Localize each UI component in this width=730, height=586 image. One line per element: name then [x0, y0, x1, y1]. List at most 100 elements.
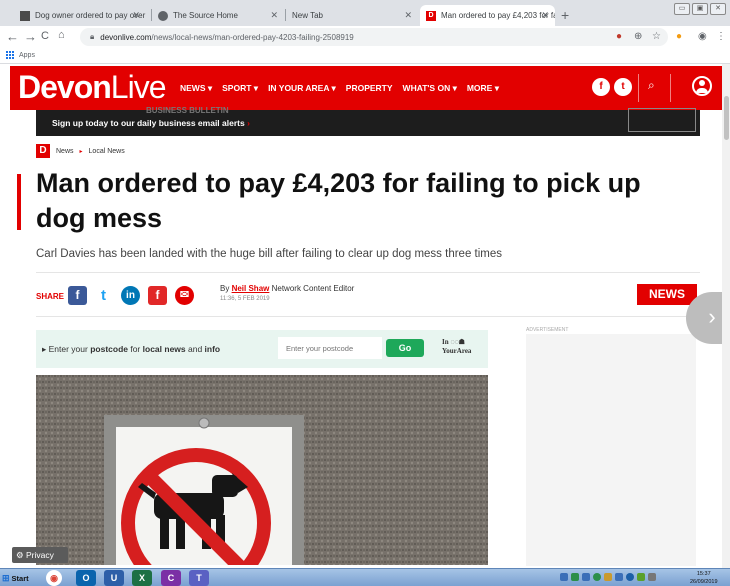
clock-time: 15:37 — [696, 571, 711, 577]
newsletter-partial-title: BUSINESS BULLETIN — [146, 106, 229, 115]
outlook-icon[interactable]: O — [76, 570, 96, 586]
advertisement-label: ADVERTISEMENT — [526, 327, 569, 333]
start-label: Start — [11, 573, 29, 583]
tab-title: Dog owner ordered to pay over — [35, 11, 146, 20]
article-headline: Man ordered to pay £4,203 for failing to… — [36, 168, 641, 233]
no-dog-fouling-sign-image — [36, 375, 488, 565]
divider — [36, 316, 700, 317]
tab-source-home[interactable]: The Source Home ✕ — [152, 5, 284, 26]
author-link[interactable]: Neil Shaw — [232, 284, 270, 293]
newsletter-signup-box[interactable] — [628, 108, 696, 132]
translate-icon[interactable]: ⊕ — [634, 31, 642, 42]
address-bar[interactable]: 🔒︎ devonlive.com/news/local-news/man-ord… — [80, 28, 668, 46]
user-account-icon[interactable] — [692, 76, 712, 96]
bookmarks-bar: Apps — [0, 48, 730, 64]
back-icon[interactable]: ← — [6, 29, 19, 44]
system-clock[interactable]: 15:37 26/09/2019 — [690, 570, 718, 586]
onenote-icon[interactable]: C — [161, 570, 181, 586]
tray-icon[interactable] — [604, 573, 612, 581]
postcode-widget: ▸ Enter your postcode for local news and… — [36, 330, 488, 368]
minimize-icon[interactable]: ▭ — [674, 3, 690, 15]
apps-bookmark[interactable]: Apps — [19, 52, 35, 59]
nav-in-your-area[interactable]: IN YOUR AREA ▾ — [268, 83, 336, 94]
chrome-icon[interactable]: ◉ — [46, 570, 62, 586]
close-icon[interactable]: ✕ — [541, 10, 549, 21]
forward-icon[interactable]: → — [24, 29, 37, 44]
uipath-icon[interactable]: U — [104, 570, 124, 586]
reload-icon[interactable]: C — [41, 30, 49, 42]
tab-title: The Source Home — [173, 11, 238, 20]
start-button[interactable]: ⊞ Start — [2, 571, 29, 585]
tray-icon[interactable] — [582, 573, 590, 581]
twitter-share-icon[interactable]: t — [94, 286, 113, 305]
close-icon[interactable]: ✕ — [270, 10, 278, 21]
postcode-go-button[interactable]: Go — [386, 339, 424, 357]
bookmark-star-icon[interactable]: ☆ — [652, 31, 661, 42]
nav-sport[interactable]: SPORT ▾ — [222, 83, 258, 94]
tray-icon[interactable] — [615, 573, 623, 581]
close-icon[interactable]: ✕ — [404, 10, 412, 21]
breadcrumb-news[interactable]: News — [56, 148, 74, 155]
browser-toolbar: ← → C ⌂ 🔒︎ devonlive.com/news/local-news… — [0, 26, 730, 48]
email-share-icon[interactable]: ✉ — [175, 286, 194, 305]
news-badge[interactable]: NEWS — [637, 284, 697, 305]
flipboard-share-icon[interactable]: f — [148, 286, 167, 305]
tray-icon[interactable] — [626, 573, 634, 581]
article-hero-image — [36, 375, 488, 565]
clock-date: 26/09/2019 — [690, 579, 718, 585]
windows-taskbar: ⊞ Start ◉ O U X C T 15:37 26/09/2019 — [0, 568, 730, 586]
search-icon[interactable]: ⌕ — [648, 78, 655, 93]
apps-grid-icon[interactable] — [6, 51, 15, 60]
window-controls: ▭ ▣ ✕ — [674, 3, 726, 15]
teams-icon[interactable]: T — [189, 570, 209, 586]
site-header: DevonLive NEWS ▾ SPORT ▾ IN YOUR AREA ▾ … — [10, 66, 725, 110]
nav-property[interactable]: PROPERTY — [346, 83, 393, 94]
facebook-icon[interactable]: f — [592, 78, 610, 96]
tray-icon[interactable] — [593, 573, 601, 581]
home-icon[interactable]: ⌂ — [58, 29, 65, 41]
profile-icon[interactable]: ◉ — [698, 31, 707, 42]
nav-whats-on[interactable]: WHAT'S ON ▾ — [403, 83, 457, 94]
tab-devonlive-active[interactable]: D Man ordered to pay £4,203 for fa ✕ — [420, 5, 555, 26]
lock-icon: 🔒︎ — [90, 32, 95, 41]
breadcrumb-arrow-icon: ▸ — [79, 148, 83, 155]
globe-icon — [158, 10, 168, 21]
facebook-share-icon[interactable]: f — [68, 286, 87, 305]
article-standfirst: Carl Davies has been landed with the hug… — [36, 248, 503, 260]
new-tab-button[interactable]: + — [561, 7, 569, 23]
share-label: SHARE — [36, 292, 65, 301]
excel-icon[interactable]: X — [132, 570, 152, 586]
twitter-icon[interactable]: t — [614, 78, 632, 96]
privacy-button[interactable]: ⚙ Privacy — [12, 547, 68, 563]
postcode-input[interactable] — [278, 337, 382, 359]
tab-new-tab[interactable]: New Tab ✕ — [286, 5, 418, 26]
close-window-icon[interactable]: ✕ — [710, 3, 726, 15]
breadcrumb-local-news[interactable]: Local News — [89, 148, 125, 155]
nav-news[interactable]: NEWS ▾ — [180, 83, 212, 94]
scrollbar-thumb[interactable] — [724, 96, 729, 140]
linkedin-share-icon[interactable]: in — [121, 286, 140, 305]
extension-icon[interactable]: ● — [616, 31, 622, 42]
browser-tab-strip: Dog owner ordered to pay over ✕ The Sour… — [0, 0, 730, 26]
newsletter-text: Sign up today to our daily business emai… — [52, 118, 250, 128]
tray-icon[interactable] — [560, 573, 568, 581]
author-role: Network Content Editor — [271, 284, 355, 293]
close-icon[interactable]: ✕ — [132, 10, 140, 21]
devonlive-small-logo[interactable]: D — [36, 144, 50, 158]
menu-kebab-icon[interactable]: ⋮ — [716, 31, 726, 42]
advertisement-slot[interactable] — [526, 334, 696, 566]
page-favicon-icon — [20, 10, 30, 21]
tab-title: New Tab — [292, 11, 323, 20]
arrow-right-icon: › — [247, 118, 250, 128]
byline: By Neil Shaw Network Content Editor — [220, 284, 354, 293]
devonlive-logo[interactable]: DevonLive — [18, 69, 166, 106]
volume-icon[interactable] — [648, 573, 656, 581]
tray-icon[interactable] — [637, 573, 645, 581]
tray-icon[interactable] — [571, 573, 579, 581]
tab-dog-owner[interactable]: Dog owner ordered to pay over ✕ — [14, 5, 146, 26]
inyourarea-logo: In ◌◌☗ YourArea — [442, 338, 472, 355]
maximize-icon[interactable]: ▣ — [692, 3, 708, 15]
nav-more[interactable]: MORE ▾ — [467, 83, 499, 94]
newsletter-banner[interactable]: BUSINESS BULLETIN Sign up today to our d… — [36, 106, 700, 136]
extension-orange-icon[interactable]: ● — [676, 31, 682, 42]
